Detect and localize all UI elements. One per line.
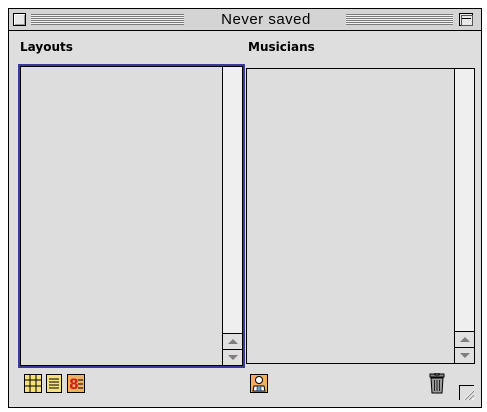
musician-person-icon[interactable] xyxy=(250,374,268,393)
musicians-scroll-down-arrow[interactable] xyxy=(455,347,474,363)
title-bar[interactable]: Never saved xyxy=(9,9,481,31)
layouts-list[interactable] xyxy=(18,64,245,368)
title-stripes-left xyxy=(31,14,184,25)
close-box-button[interactable] xyxy=(13,13,26,26)
layout-grid-icon[interactable] xyxy=(24,374,42,393)
layouts-label: Layouts xyxy=(20,40,73,54)
svg-text:8: 8 xyxy=(69,377,79,393)
resize-grip-icon[interactable] xyxy=(459,385,475,401)
numbered-list-icon[interactable]: 8 xyxy=(67,374,85,393)
musicians-scrollbar[interactable] xyxy=(454,69,474,363)
window-title: Never saved xyxy=(221,11,311,28)
layouts-scroll-up-arrow[interactable] xyxy=(223,333,242,349)
musicians-label: Musicians xyxy=(248,40,315,54)
musicians-scroll-up-arrow[interactable] xyxy=(455,331,474,347)
musicians-list[interactable] xyxy=(246,68,475,364)
layouts-scrollbar[interactable] xyxy=(222,67,242,365)
layouts-scroll-down-arrow[interactable] xyxy=(223,349,242,365)
page-icon[interactable] xyxy=(45,374,63,393)
trash-icon[interactable] xyxy=(428,372,446,394)
collapse-box-button[interactable] xyxy=(459,13,473,26)
title-stripes-right xyxy=(346,14,453,25)
